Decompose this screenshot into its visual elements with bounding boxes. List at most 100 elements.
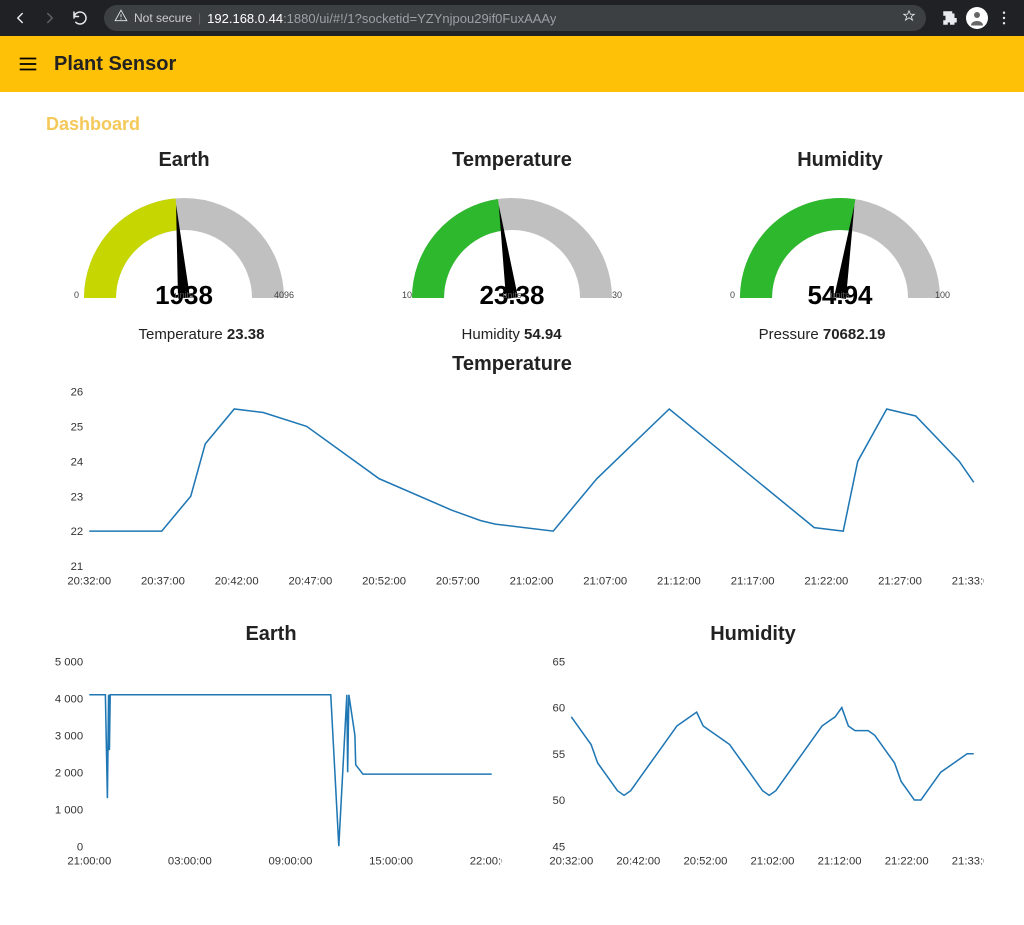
svg-text:21:22:00: 21:22:00	[885, 856, 929, 868]
svg-text:50: 50	[553, 795, 566, 807]
hamburger-menu-icon[interactable]	[16, 52, 40, 76]
svg-text:20:32:00: 20:32:00	[67, 575, 111, 587]
readout-temperature: Temperature 23.38	[139, 326, 265, 343]
gauge-earth: Earth 1938 0 units 4096	[40, 143, 328, 300]
readout-label: Humidity	[462, 326, 525, 343]
chart-title: Humidity	[522, 623, 984, 646]
dashboard-page: Dashboard Earth 1938 0 units 4096 Temper…	[0, 92, 1024, 913]
page-title: Plant Sensor	[54, 53, 176, 76]
svg-text:15:00:00: 15:00:00	[369, 856, 413, 868]
svg-text:3 000: 3 000	[55, 730, 83, 742]
gauge-units: units	[502, 290, 521, 300]
gauge-units: units	[830, 290, 849, 300]
svg-text:21: 21	[71, 561, 84, 573]
chart-canvas[interactable]: 21 22 23 24 25 26 20:32:00 20:37:00 20:42:00 20:4…	[40, 378, 984, 598]
svg-text:20:52:00: 20:52:00	[683, 856, 727, 868]
separator: |	[198, 11, 201, 25]
svg-text:03:00:00: 03:00:00	[168, 856, 212, 868]
url-path: :1880/ui/#!/1?socketid=YZYnjpou29if0FuxA…	[283, 11, 556, 26]
svg-text:21:02:00: 21:02:00	[751, 856, 795, 868]
gauge-min: 0	[730, 290, 735, 300]
svg-text:60: 60	[553, 703, 566, 715]
reload-button[interactable]	[68, 6, 92, 30]
svg-text:55: 55	[553, 749, 566, 761]
svg-text:4 000: 4 000	[55, 693, 83, 705]
gauge-units: units	[174, 290, 193, 300]
svg-text:45: 45	[553, 841, 566, 853]
security-text: Not secure	[134, 11, 192, 25]
svg-text:20:57:00: 20:57:00	[436, 575, 480, 587]
svg-text:21:22:00: 21:22:00	[804, 575, 848, 587]
gauge-temperature: Temperature 23.38 10 units 30	[368, 143, 656, 300]
svg-text:20:52:00: 20:52:00	[362, 575, 406, 587]
readout-value: 70682.19	[823, 326, 886, 343]
readout-value: 54.94	[524, 326, 562, 343]
svg-text:25: 25	[71, 422, 84, 434]
svg-text:20:42:00: 20:42:00	[616, 856, 660, 868]
svg-text:21:17:00: 21:17:00	[731, 575, 775, 587]
svg-text:20:32:00: 20:32:00	[549, 856, 593, 868]
chart-canvas[interactable]: 45 50 55 60 65 20:32:00 20:42:00 20:52:00 21:02:…	[522, 648, 984, 878]
svg-text:21:00:00: 21:00:00	[67, 856, 111, 868]
gauge-dial: 23.38	[392, 178, 632, 308]
svg-text:21:12:00: 21:12:00	[657, 575, 701, 587]
svg-text:26: 26	[71, 387, 84, 399]
svg-text:23: 23	[71, 491, 84, 503]
gauge-max: 30	[612, 290, 622, 300]
chart-canvas[interactable]: 0 1 000 2 000 3 000 4 000 5 000 21:00:00 03:00:…	[40, 648, 502, 878]
svg-text:21:33:00: 21:33:00	[952, 856, 984, 868]
chart-title: Earth	[40, 623, 502, 646]
svg-text:21:27:00: 21:27:00	[878, 575, 922, 587]
chart-earth: Earth 0 1 000 2 000 3 000 4 000 5 000 21:00:00…	[40, 617, 502, 883]
svg-text:21:07:00: 21:07:00	[583, 575, 627, 587]
browser-chrome-bar: Not secure | 192.168.0.44:1880/ui/#!/1?s…	[0, 0, 1024, 36]
svg-text:22: 22	[71, 526, 84, 538]
svg-text:20:42:00: 20:42:00	[215, 575, 259, 587]
readout-label: Temperature	[139, 326, 227, 343]
gauge-max: 4096	[274, 290, 294, 300]
readout-label: Pressure	[759, 326, 823, 343]
gauges-row: Earth 1938 0 units 4096 Temperature 23.3…	[40, 143, 984, 300]
svg-text:21:12:00: 21:12:00	[818, 856, 862, 868]
svg-text:20:37:00: 20:37:00	[141, 575, 185, 587]
gauge-title: Temperature	[452, 149, 572, 172]
chart-temperature: Temperature 21 22 23 24 25 26 20:32:00 20:37:00…	[40, 353, 984, 603]
readout-value: 23.38	[227, 326, 265, 343]
avatar[interactable]	[966, 7, 988, 29]
kebab-menu-icon[interactable]	[992, 6, 1016, 30]
bookmark-star-icon[interactable]	[902, 9, 916, 28]
gauge-min: 10	[402, 290, 412, 300]
url-text: 192.168.0.44:1880/ui/#!/1?socketid=YZYnj…	[207, 11, 556, 26]
chart-humidity: Humidity 45 50 55 60 65 20:32:00 20:42:00 20:52…	[522, 617, 984, 883]
svg-text:5 000: 5 000	[55, 656, 83, 668]
gauge-humidity: Humidity 54.94 0 units 100	[696, 143, 984, 300]
readout-pressure: Pressure 70682.19	[759, 326, 886, 343]
svg-text:65: 65	[553, 656, 566, 668]
section-title: Dashboard	[46, 114, 984, 135]
chart-title: Temperature	[40, 353, 984, 376]
address-bar[interactable]: Not secure | 192.168.0.44:1880/ui/#!/1?s…	[104, 5, 926, 31]
not-secure-icon	[114, 9, 128, 28]
svg-text:22:00:00: 22:00:00	[470, 856, 502, 868]
svg-text:0: 0	[77, 841, 83, 853]
gauge-min: 0	[74, 290, 79, 300]
svg-text:1 000: 1 000	[55, 804, 83, 816]
forward-button[interactable]	[38, 6, 62, 30]
extensions-icon[interactable]	[938, 6, 962, 30]
gauge-dial: 1938	[64, 178, 304, 308]
gauge-max: 100	[935, 290, 950, 300]
url-host: 192.168.0.44	[207, 11, 283, 26]
svg-text:21:02:00: 21:02:00	[510, 575, 554, 587]
back-button[interactable]	[8, 6, 32, 30]
gauge-title: Earth	[158, 149, 209, 172]
readouts-row: Temperature 23.38 Humidity 54.94 Pressur…	[40, 326, 984, 343]
app-header: Plant Sensor	[0, 36, 1024, 92]
svg-text:21:33:00: 21:33:00	[952, 575, 984, 587]
readout-humidity: Humidity 54.94	[462, 326, 562, 343]
gauge-title: Humidity	[797, 149, 883, 172]
gauge-dial: 54.94	[720, 178, 960, 308]
svg-text:2 000: 2 000	[55, 767, 83, 779]
svg-text:20:47:00: 20:47:00	[288, 575, 332, 587]
svg-text:24: 24	[71, 456, 84, 468]
svg-text:09:00:00: 09:00:00	[269, 856, 313, 868]
